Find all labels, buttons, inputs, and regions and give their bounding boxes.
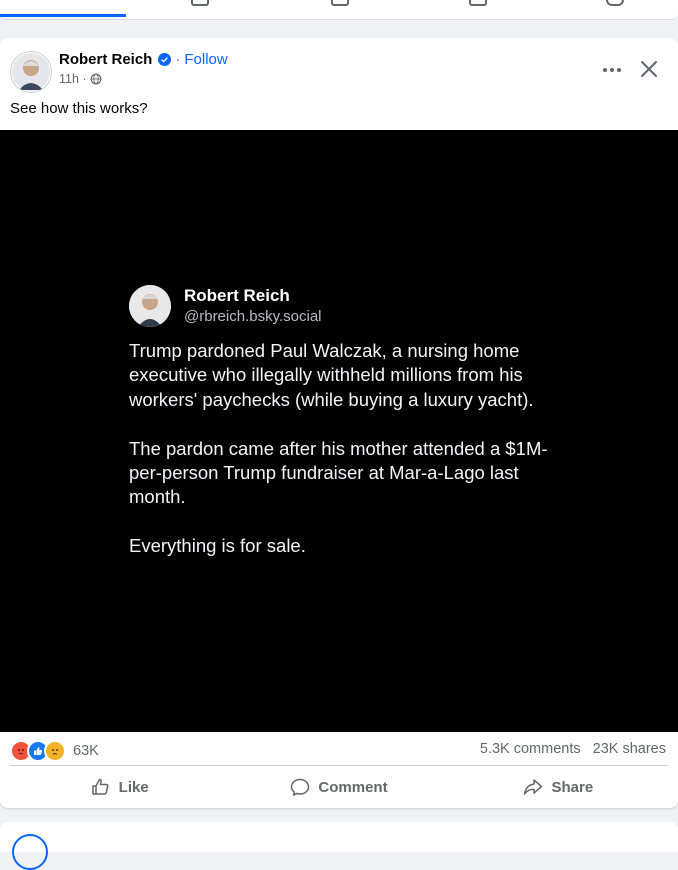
author-name[interactable]: Robert Reich	[59, 51, 152, 68]
sad-reaction-icon	[44, 740, 66, 762]
next-post-avatar[interactable]	[12, 834, 48, 870]
reactions-count[interactable]: 63K	[73, 743, 99, 759]
like-label: Like	[118, 778, 149, 796]
close-icon	[641, 61, 657, 77]
post-header: Robert Reich · Follow	[59, 51, 228, 68]
tab-icon[interactable]	[606, 0, 624, 6]
embedded-author-handle: @rbreich.bsky.social	[184, 308, 322, 325]
separator-dot: ·	[175, 51, 181, 68]
tab-icon[interactable]	[191, 0, 209, 6]
top-tab-strip	[0, 0, 678, 20]
shares-count[interactable]: 23K shares	[593, 741, 666, 757]
comments-count[interactable]: 5.3K comments	[480, 741, 581, 757]
verified-badge-icon	[158, 53, 172, 66]
engagement-stats: 5.3K comments 23K shares	[480, 741, 666, 757]
follow-button[interactable]: Follow	[184, 51, 227, 68]
share-button[interactable]: Share	[449, 769, 668, 805]
tab-icon[interactable]	[469, 0, 487, 6]
post-caption: See how this works?	[10, 100, 148, 117]
thumbs-up-icon	[91, 778, 109, 795]
embedded-paragraph: The pardon came after his mother attende…	[129, 437, 548, 508]
post-meta: 11h ·	[59, 72, 102, 86]
tab-icon[interactable]	[331, 0, 349, 6]
author-avatar[interactable]	[10, 51, 52, 93]
post-actions: Like Comment Share	[10, 769, 668, 805]
share-icon	[524, 779, 543, 795]
share-label: Share	[551, 778, 594, 796]
comment-icon	[291, 778, 310, 796]
embedded-avatar	[129, 285, 171, 327]
next-feed-post	[0, 822, 678, 870]
embedded-paragraph: Everything is for sale.	[129, 535, 306, 557]
divider	[10, 765, 668, 766]
active-tab-indicator	[0, 14, 126, 17]
post-time[interactable]: 11h ·	[59, 72, 87, 86]
globe-icon	[90, 73, 102, 85]
comment-button[interactable]: Comment	[229, 769, 448, 805]
feed-post: Robert Reich · Follow 11h · See how this…	[0, 38, 678, 808]
comment-label: Comment	[318, 778, 388, 796]
close-post-button[interactable]	[634, 54, 664, 84]
like-button[interactable]: Like	[10, 769, 229, 805]
embedded-paragraph: Trump pardoned Paul Walczak, a nursing h…	[129, 340, 534, 410]
embedded-author-name: Robert Reich	[184, 286, 290, 305]
more-icon	[603, 68, 621, 72]
post-image[interactable]: Robert Reich @rbreich.bsky.social Trump …	[0, 130, 678, 732]
embedded-post-text: Trump pardoned Paul Walczak, a nursing h…	[129, 339, 559, 583]
more-options-button[interactable]	[594, 56, 630, 84]
reactions-summary[interactable]: 63K	[10, 740, 99, 762]
